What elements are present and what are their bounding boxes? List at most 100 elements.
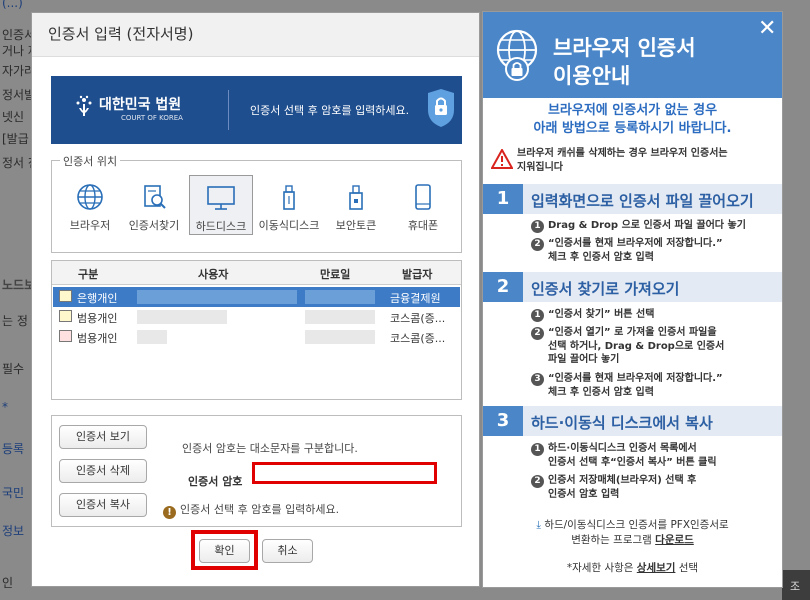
step-title: 입력화면으로 인증서 파일 끌어오기	[531, 192, 754, 210]
table-row[interactable]: 범용개인 코스콤(증...	[53, 327, 460, 347]
step-item: 1 “인증서 찾기” 버튼 선택	[531, 308, 654, 322]
column-header: 발급자	[402, 268, 433, 281]
step-item-text: Drag & Drop 으로 인증서 파일 끌어다 놓기	[548, 220, 746, 231]
court-name: 대한민국 법원	[99, 97, 182, 113]
table-row[interactable]: 은행개인 금융결제원	[53, 287, 460, 307]
cancel-button[interactable]: 취소	[262, 539, 313, 563]
bg-text: [발급	[2, 132, 29, 146]
location-cert-search[interactable]: 인증서찾기	[122, 175, 186, 235]
redacted-user	[137, 330, 167, 344]
cert-expired-icon	[59, 330, 72, 342]
view-cert-button[interactable]: 인증서 보기	[59, 425, 147, 449]
column-header: 사용자	[198, 268, 229, 281]
step-title: 하드·이동식 디스크에서 복사	[531, 414, 713, 432]
column-header: 구분	[78, 268, 99, 281]
table-row[interactable]: 범용개인 코스콤(증...	[53, 307, 460, 327]
step-2-header: 2 인증서 찾기로 가져오기	[483, 272, 782, 302]
token-icon	[349, 185, 363, 210]
location-label: 휴대폰	[407, 219, 439, 232]
guide-intro: 브라우저에 인증서가 없는 경우 아래 방법으로 등록하시기 바랍니다.	[483, 102, 782, 138]
step-item-number: 1	[531, 220, 544, 233]
court-sub-name: COURT OF KOREA	[121, 114, 183, 122]
cert-icon	[59, 290, 72, 302]
detail-text: 선택	[675, 562, 699, 574]
close-icon[interactable]: ✕	[758, 18, 776, 40]
guide-title: 브라우저 인증서	[553, 36, 696, 60]
usb-icon	[283, 185, 295, 210]
cert-type: 범용개인	[77, 332, 118, 345]
step-item-text: 선택 하거나, Drag & Drop으로 인증서	[548, 341, 725, 352]
location-label: 하드디스크	[195, 220, 247, 233]
banner-message: 인증서 선택 후 암호를 입력하세요.	[250, 104, 410, 117]
case-sensitive-notice: 인증서 암호는 대소문자를 구분합니다.	[182, 442, 358, 455]
bg-text: 인	[2, 576, 14, 590]
exclamation-icon: !	[163, 506, 176, 519]
bg-corner-text: 조	[782, 570, 810, 600]
location-phone[interactable]: 휴대폰	[391, 175, 455, 235]
step-item-text: 체크 후 인증서 암호 입력	[548, 252, 654, 263]
step-item-text: 파일 끌어다 놓기	[548, 354, 620, 365]
location-security-token[interactable]: 보안토큰	[324, 175, 388, 235]
cert-type: 범용개인	[77, 312, 118, 325]
location-label: 보안토큰	[335, 219, 377, 232]
pfx-note: ⤓ 하드/이동식디스크 인증서를 PFX인증서로 변환하는 프로그램 다운로드	[483, 518, 782, 548]
step-number: 3	[483, 406, 523, 436]
step-item: 3 “인증서를 현재 브라우저에 저장합니다.” 체크 후 인증서 암호 입력	[531, 372, 723, 399]
bg-text: 필수	[2, 362, 25, 376]
step-item-number: 2	[531, 475, 544, 488]
detail-view-link[interactable]: 상세보기	[637, 562, 676, 574]
step-item-text: 체크 후 인증서 암호 입력	[548, 387, 654, 398]
location-label: 이동식디스크	[258, 219, 320, 232]
copy-cert-button[interactable]: 인증서 복사	[59, 493, 147, 517]
browser-cert-guide-panel: 브라우저 인증서 이용안내 ✕ 브라우저에 인증서가 없는 경우 아래 방법으로…	[482, 11, 783, 588]
step-item: 2 “인증서를 현재 브라우저에 저장합니다.” 체크 후 인증서 암호 입력	[531, 237, 723, 264]
location-removable-disk[interactable]: 이동식디스크	[257, 175, 321, 235]
step-item-number: 2	[531, 327, 544, 340]
cert-location-group: 인증서 위치 브라우저 인증서찾기 하드디스크 이동식디스크 보안토큰 휴대폰	[51, 153, 462, 253]
pfx-download-link[interactable]: 다운로드	[655, 534, 694, 546]
password-label: 인증서 암호	[188, 475, 243, 488]
dialog-title: 인증서 입력 (전자서명)	[32, 13, 479, 57]
password-input[interactable]	[252, 462, 437, 484]
redacted-expiry	[305, 330, 375, 344]
bg-text: 정보	[2, 524, 25, 538]
lock-shield-icon	[428, 89, 454, 127]
cert-action-area: 인증서 보기 인증서 삭제 인증서 복사 인증서 암호는 대소문자를 구분합니다…	[51, 415, 462, 527]
warning-text: 인증서 선택 후 암호를 입력하세요.	[180, 503, 340, 516]
redacted-expiry	[305, 310, 375, 324]
download-icon: ⤓	[536, 519, 541, 531]
step-item: 2 인증서 저장매체(브라우저) 선택 후 인증서 암호 입력	[531, 474, 696, 501]
bg-text: 등록	[2, 442, 25, 456]
location-hard-disk[interactable]: 하드디스크	[189, 175, 253, 235]
guide-header: 브라우저 인증서 이용안내 ✕	[483, 12, 782, 98]
detail-text: *자세한 사항은	[566, 562, 637, 574]
cert-issuer: 코스콤(증...	[390, 332, 446, 345]
banner-divider	[228, 90, 229, 130]
bg-text: 국민	[2, 486, 25, 500]
warning-line: ! 인증서 선택 후 암호를 입력하세요.	[163, 501, 339, 519]
step-item-number: 2	[531, 238, 544, 251]
step-item-number: 1	[531, 443, 544, 456]
step-item: 2 “인증서 열기” 로 가져올 인증서 파일을 선택 하거나, Drag & D…	[531, 326, 724, 366]
step-item-text: “인증서 찾기” 버튼 선택	[548, 309, 655, 320]
location-label: 인증서찾기	[128, 219, 180, 232]
bg-text: 는 정	[2, 314, 28, 328]
globe-icon	[77, 184, 103, 210]
ok-button[interactable]: 확인	[199, 539, 250, 563]
step-item-text: 인증서 암호 입력	[548, 489, 620, 500]
step-1-header: 1 입력화면으로 인증서 파일 끌어오기	[483, 184, 782, 214]
cache-warning: 브라우저 캐쉬를 삭제하는 경우 브라우저 인증서는 지워집니다	[491, 147, 728, 175]
delete-cert-button[interactable]: 인증서 삭제	[59, 459, 147, 483]
detail-note: *자세한 사항은 상세보기 선택	[483, 560, 782, 575]
redacted-user	[137, 290, 297, 304]
bg-text: 넷신	[2, 110, 25, 124]
location-browser[interactable]: 브라우저	[58, 175, 122, 235]
location-label: 브라우저	[69, 219, 111, 232]
cert-input-dialog: 인증서 입력 (전자서명) 대한민국 법원 COURT OF KOREA 인증서…	[31, 12, 480, 587]
step-item-number: 1	[531, 309, 544, 322]
intro-line: 아래 방법으로 등록하시기 바랍니다.	[533, 121, 732, 136]
monitor-icon	[207, 186, 235, 210]
step-item-text: “인증서를 현재 브라우저에 저장합니다.”	[548, 373, 723, 384]
cache-warning-text: 브라우저 캐쉬를 삭제하는 경우 브라우저 인증서는	[517, 148, 728, 159]
intro-line: 브라우저에 인증서가 없는 경우	[547, 103, 718, 118]
